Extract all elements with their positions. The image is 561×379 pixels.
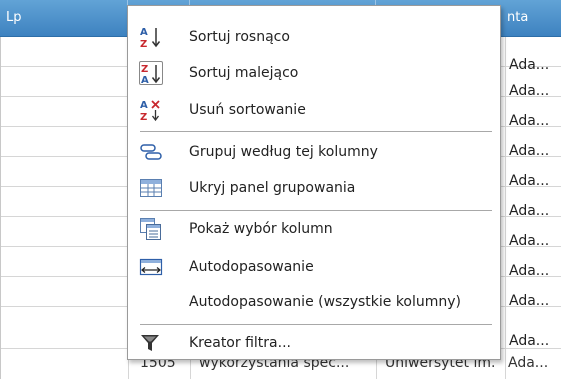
svg-text:A: A	[141, 75, 149, 84]
menu-item-label: Autodopasowanie (wszystkie kolumny)	[189, 294, 462, 310]
svg-text:Z: Z	[140, 112, 147, 122]
menu-item-label: Pokaż wybór kolumn	[189, 221, 333, 237]
column-header-lp[interactable]: Lp	[0, 0, 128, 36]
menu-item-label: Grupuj według tej kolumny	[189, 144, 378, 160]
menu-item-label: Autodopasowanie	[189, 259, 314, 275]
svg-text:A: A	[140, 27, 148, 38]
sort-ascending-icon: A Z	[139, 25, 163, 50]
menu-item-label: Usuń sortowanie	[189, 102, 306, 118]
svg-text:Z: Z	[141, 64, 148, 75]
menu-item-clear-sorting[interactable]: A Z Usuń sortowanie	[128, 92, 500, 128]
menu-item-column-chooser[interactable]: Pokaż wybór kolumn	[128, 211, 500, 247]
menu-item-label: Kreator filtra...	[189, 335, 291, 351]
best-fit-icon	[139, 255, 163, 279]
menu-item-sort-descending[interactable]: Z A Sortuj malejąco	[128, 55, 500, 91]
group-panel-icon	[139, 176, 163, 200]
svg-text:A: A	[140, 100, 148, 111]
svg-text:Z: Z	[140, 39, 147, 49]
column-header-4-label: nta	[507, 10, 529, 25]
group-by-column-icon	[139, 140, 163, 164]
column-context-menu: A Z Sortuj rosnąco Z A Sortuj malejąco A…	[127, 5, 501, 360]
menu-item-label: Ukryj panel grupowania	[189, 180, 356, 196]
column-chooser-icon	[139, 217, 163, 241]
menu-item-label: Sortuj malejąco	[189, 65, 299, 81]
menu-item-label: Sortuj rosnąco	[189, 29, 290, 45]
filter-icon	[139, 331, 163, 355]
menu-item-sort-ascending[interactable]: A Z Sortuj rosnąco	[128, 19, 500, 55]
bottom-row-col5: Ada...	[508, 355, 549, 371]
sort-descending-icon: Z A	[139, 61, 163, 86]
menu-item-best-fit[interactable]: Autodopasowanie	[128, 249, 500, 285]
column-divider	[505, 37, 506, 379]
table-cell: Ada...	[509, 333, 550, 349]
menu-item-hide-group-panel[interactable]: Ukryj panel grupowania	[128, 170, 500, 206]
menu-item-filter-editor[interactable]: Kreator filtra...	[128, 325, 500, 361]
menu-item-best-fit-all-columns[interactable]: Autodopasowanie (wszystkie kolumny)	[128, 284, 500, 320]
clear-sorting-icon: A Z	[139, 98, 163, 123]
menu-item-group-by-column[interactable]: Grupuj według tej kolumny	[128, 134, 500, 170]
menu-separator	[140, 131, 492, 132]
